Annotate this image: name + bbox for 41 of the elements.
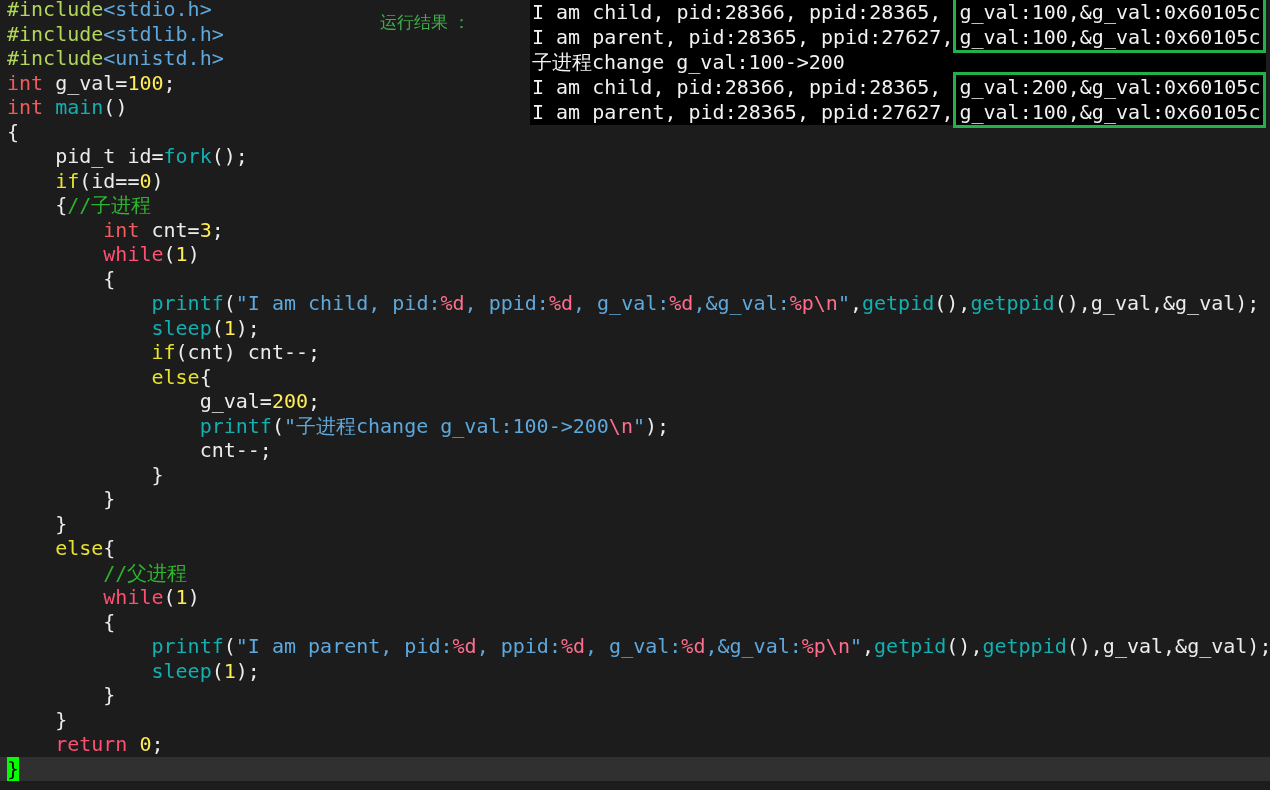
output-text: g_val:200,&g_val:0x60105c: [959, 75, 1261, 100]
output-text: g_val:100,&g_val:0x60105c: [959, 100, 1261, 125]
code-line: //父进程: [102, 560, 189, 585]
code-line: int main(): [6, 95, 129, 120]
code-line: pid_t id=fork();: [54, 144, 249, 169]
code-line: printf("I am child, pid:%d, ppid:%d, g_val:%d,&g_val:%p\n",getpid(),getppid(),g_val,&g_val);: [150, 291, 1261, 316]
code-line: #include<unistd.h>: [6, 46, 225, 71]
code-line: }: [54, 511, 69, 536]
code-line: else{: [150, 364, 213, 389]
code-line: }: [54, 707, 69, 732]
code-line: else{: [54, 536, 117, 561]
code-line: return 0;: [54, 732, 165, 757]
code-line: while(1): [102, 242, 201, 267]
output-label: 运行结果 ：: [380, 11, 471, 34]
code-line: sleep(1);: [150, 315, 261, 340]
code-line: {: [102, 609, 117, 634]
code-line: }: [150, 462, 165, 487]
code-line: {//子进程: [54, 193, 153, 218]
code-line: printf("子进程change g_val:100->200\n");: [198, 413, 671, 438]
output-text: I am child, pid:28366, ppid:28365,: [532, 0, 943, 25]
output-text: g_val:100,&g_val:0x60105c: [959, 0, 1261, 25]
output-text: 子进程change g_val:100->200: [532, 50, 845, 75]
code-line: }: [102, 683, 117, 708]
output-text: I am parent, pid:28365, ppid:27627,: [532, 100, 954, 125]
code-line: }: [102, 487, 117, 512]
code-line: if(id==0): [54, 168, 165, 193]
output-text: I am child, pid:28366, ppid:28365,: [532, 75, 943, 100]
code-line: printf("I am parent, pid:%d, ppid:%d, g_val:%d,&g_val:%p\n",getpid(),getppid(),g_val,&g_val);: [150, 634, 1270, 659]
code-line: {: [6, 119, 21, 144]
code-line: g_val=200;: [198, 389, 322, 414]
code-line: while(1): [102, 585, 201, 610]
code-line: sleep(1);: [150, 658, 261, 683]
code-line: cnt--;: [198, 438, 273, 463]
code-line: {: [102, 266, 117, 291]
code-line: #include<stdio.h>: [6, 0, 213, 22]
code-line: int cnt=3;: [102, 217, 225, 242]
code-line: if(cnt) cnt--;: [150, 340, 322, 365]
code-line: int g_val=100;: [6, 70, 177, 95]
output-text: I am parent, pid:28365, ppid:27627,: [532, 25, 954, 50]
code-line: #include<stdlib.h>: [6, 21, 225, 46]
output-text: g_val:100,&g_val:0x60105c: [959, 25, 1261, 50]
